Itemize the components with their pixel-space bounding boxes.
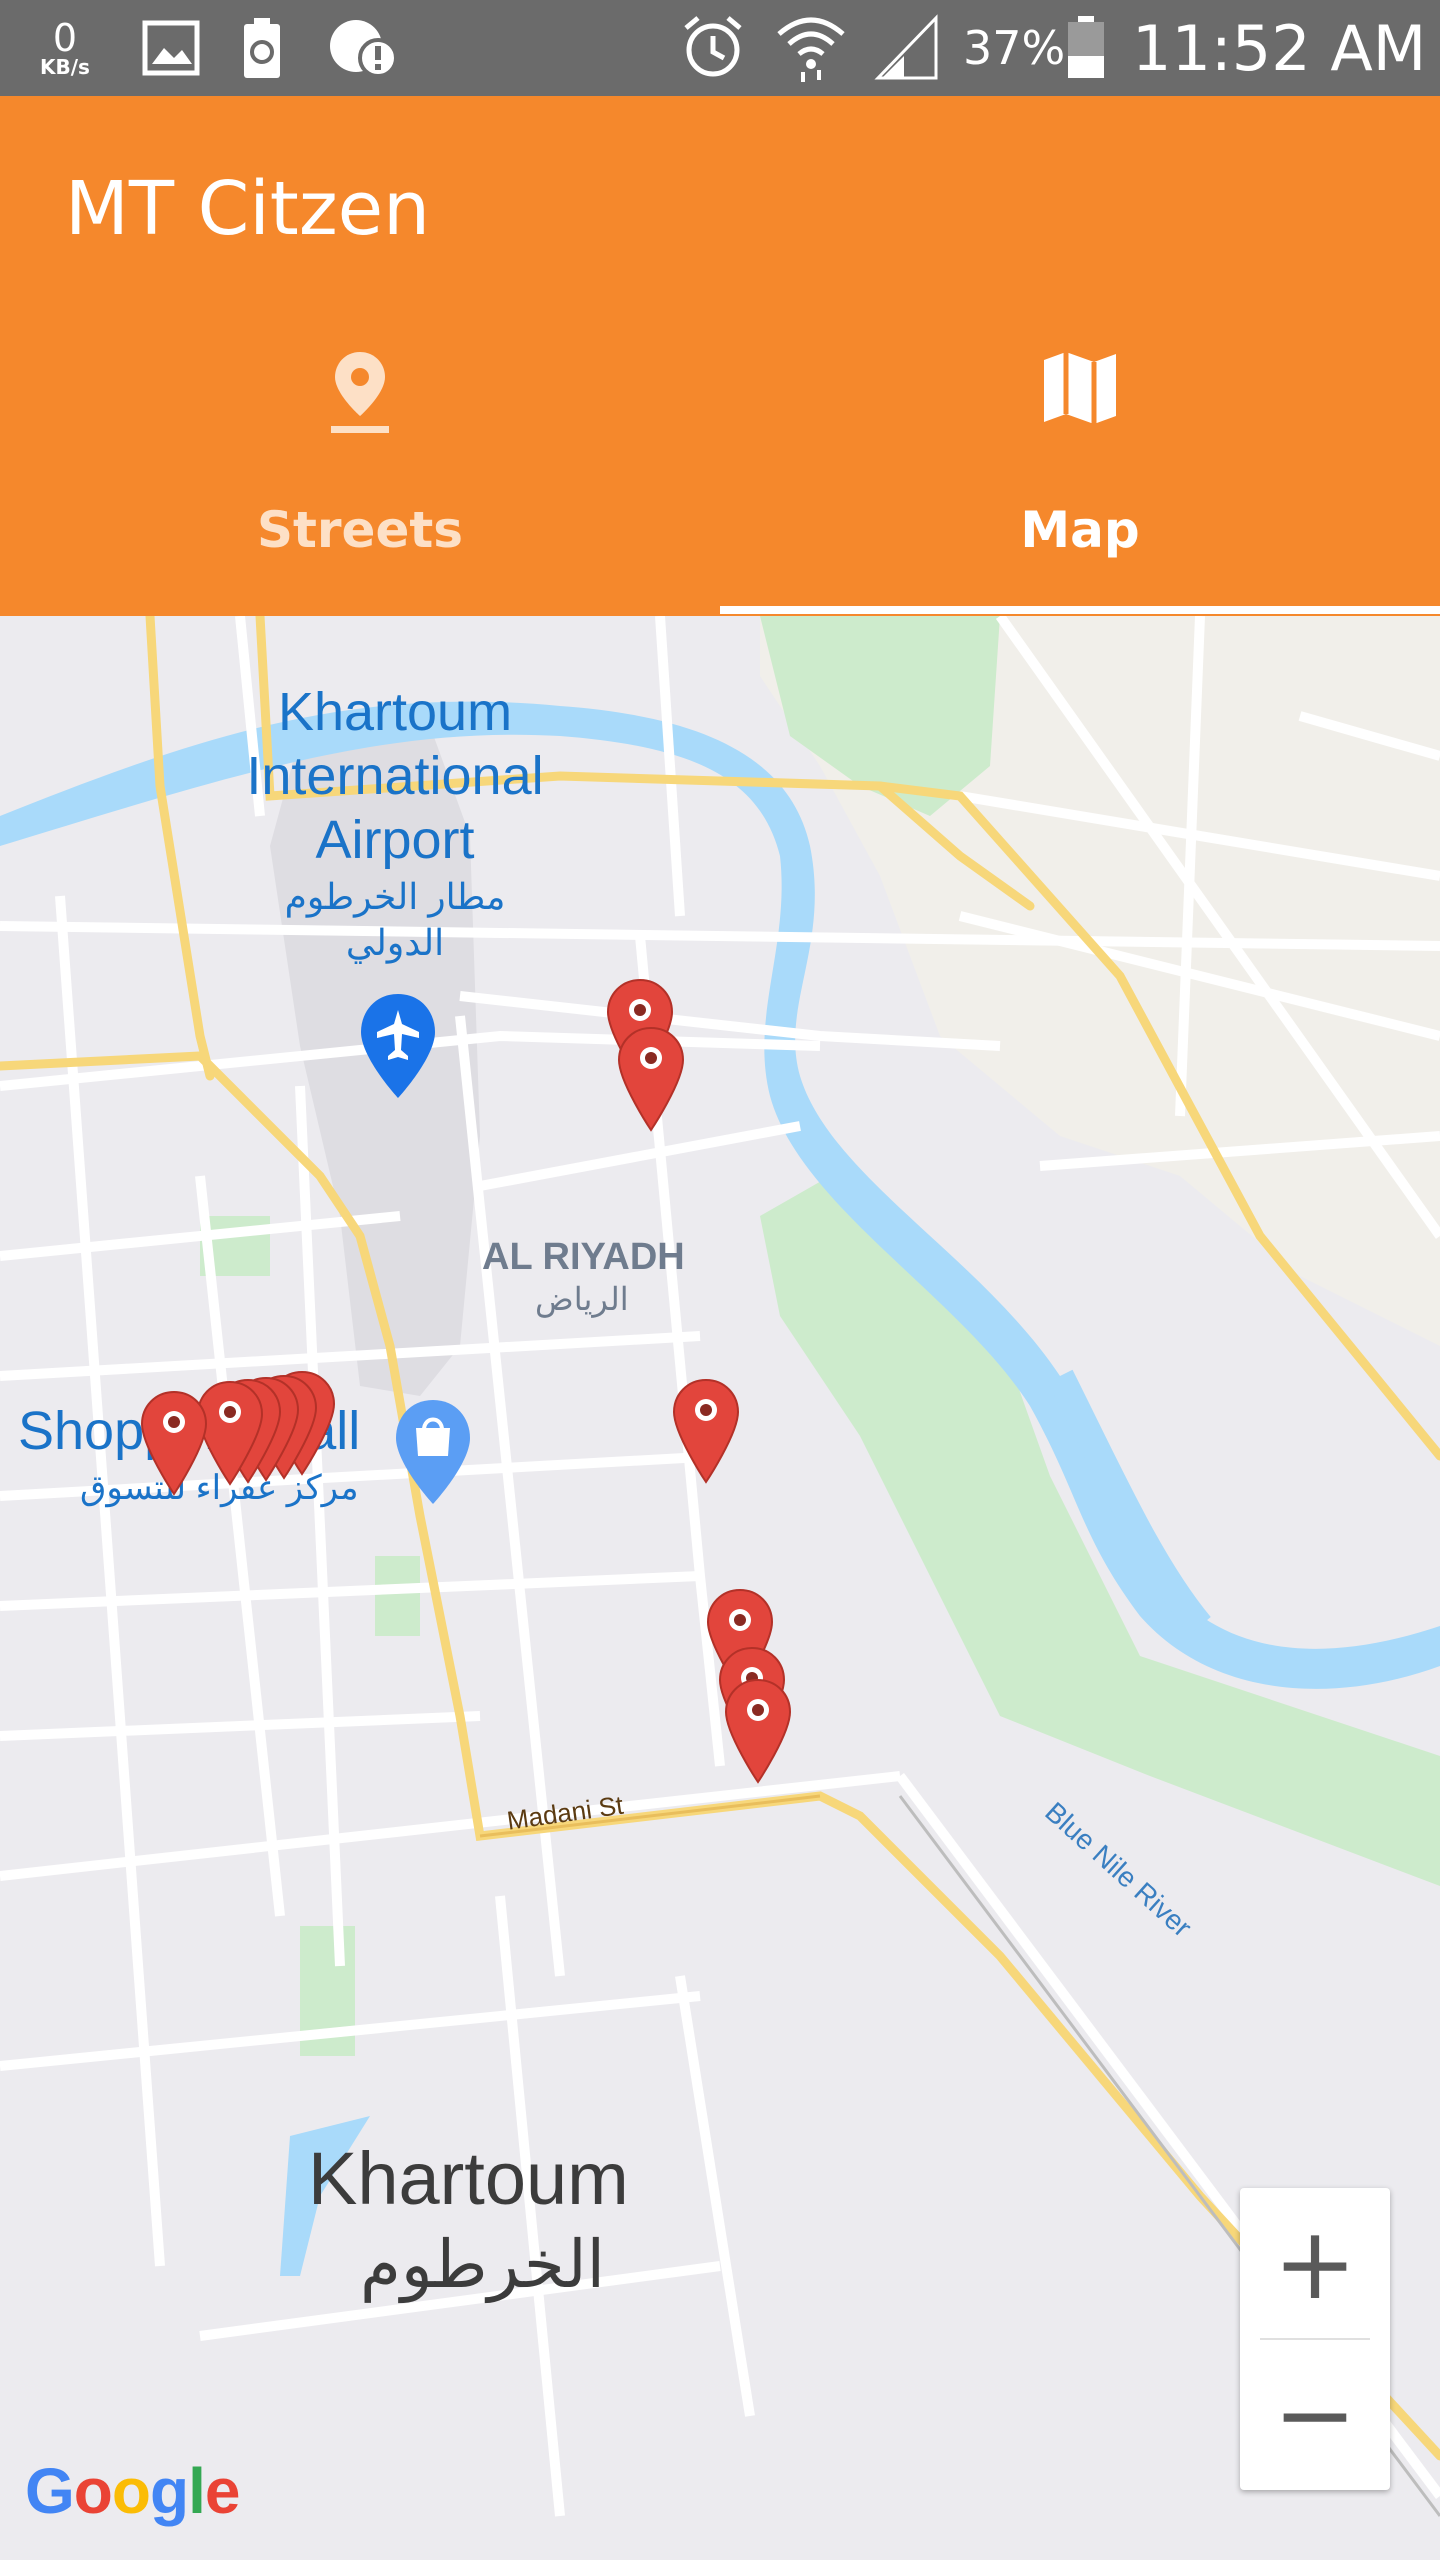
city-label-en: Khartoum bbox=[308, 2137, 629, 2220]
network-speed: 0 KB/s bbox=[40, 0, 90, 96]
alarm-icon bbox=[684, 16, 742, 77]
signal-icon bbox=[874, 14, 938, 80]
airport-label-en: Khartoum International Airport bbox=[246, 682, 544, 870]
street-marker[interactable] bbox=[724, 1678, 792, 1788]
wifi-icon bbox=[777, 17, 845, 82]
network-speed-unit: KB/s bbox=[40, 55, 90, 79]
map-icon bbox=[1044, 352, 1116, 424]
app-bar: MT Citzen Streets Map bbox=[0, 96, 1440, 616]
tab-streets-label: Streets bbox=[256, 501, 464, 559]
location-pin-icon bbox=[331, 352, 389, 433]
network-speed-value: 0 bbox=[52, 16, 78, 60]
tab-map[interactable]: Map bbox=[720, 346, 1440, 616]
airport-label-ar: مطار الخرطوم الدولي bbox=[284, 876, 506, 963]
map-view[interactable]: Khartoum International Airport مطار الخر… bbox=[0, 616, 1440, 2560]
zoom-control: + − bbox=[1240, 2188, 1390, 2490]
battery-icon bbox=[1068, 16, 1104, 78]
tab-map-label: Map bbox=[1020, 501, 1140, 559]
image-icon bbox=[142, 20, 200, 76]
tab-streets[interactable]: Streets bbox=[0, 346, 720, 616]
street-marker[interactable] bbox=[672, 1378, 740, 1488]
airport-pin-icon[interactable] bbox=[357, 990, 439, 1102]
app-title: MT Citzen bbox=[65, 166, 431, 252]
zoom-in-button[interactable]: + bbox=[1240, 2188, 1390, 2338]
alert-icon bbox=[330, 20, 398, 78]
district-label-ar: الرياض bbox=[535, 1281, 629, 1317]
tab-indicator bbox=[720, 606, 1440, 614]
street-marker[interactable] bbox=[140, 1390, 208, 1500]
battery-percent: 37% bbox=[963, 21, 1066, 75]
city-label-ar: الخرطوم bbox=[360, 2227, 605, 2301]
zoom-out-button[interactable]: − bbox=[1240, 2339, 1390, 2489]
district-label-en: AL RIYADH bbox=[482, 1236, 685, 1278]
clock: 11:52 AM bbox=[1132, 11, 1427, 85]
recycle-icon bbox=[244, 18, 280, 78]
shopping-pin-icon[interactable] bbox=[392, 1396, 474, 1508]
street-marker[interactable] bbox=[617, 1026, 685, 1136]
google-logo: Google bbox=[25, 2455, 240, 2527]
status-bar: 0 KB/s 37% 11:52 AM bbox=[0, 0, 1440, 96]
